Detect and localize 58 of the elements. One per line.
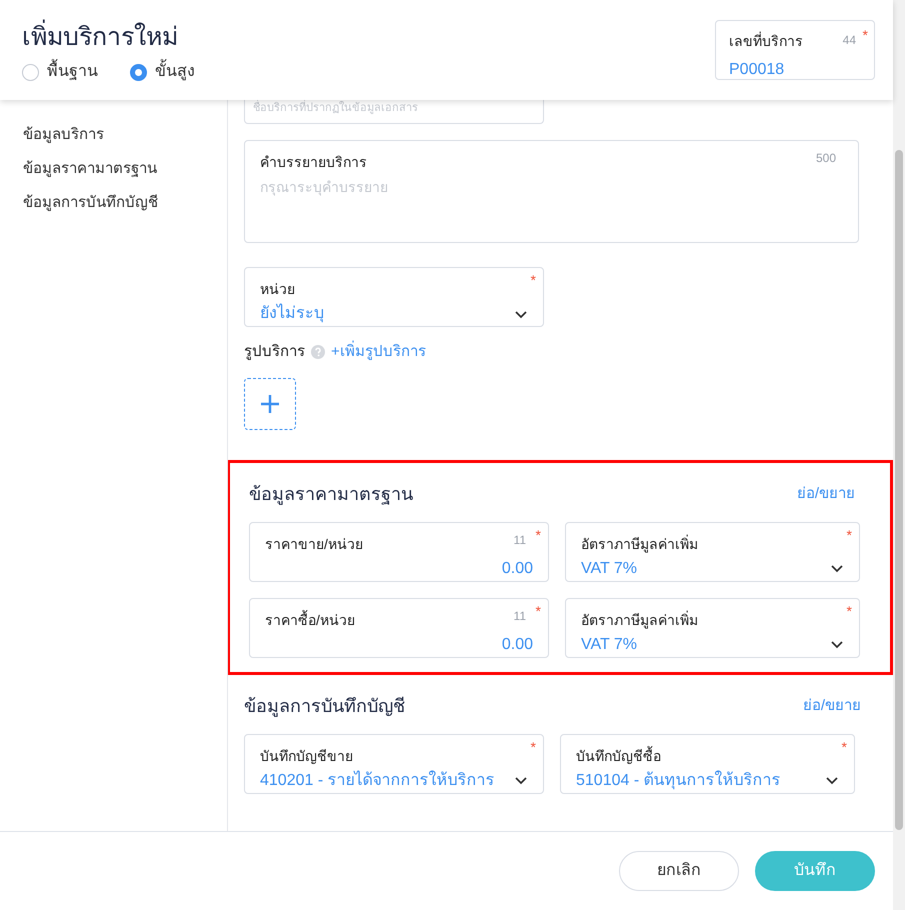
char-counter: 500 <box>816 150 836 167</box>
required-asterisk: * <box>846 602 852 620</box>
unit-select[interactable]: หน่วย * ยังไม่ระบุ <box>244 267 544 327</box>
field-label: อัตราภาษีมูลค่าเพิ่ม <box>581 536 698 552</box>
required-asterisk: * <box>862 26 868 45</box>
field-label: ราคาซื้อ/หน่วย <box>265 612 355 628</box>
mode-radio[interactable]: พื้นฐาน <box>22 60 98 84</box>
char-counter: 11 <box>514 608 526 624</box>
dropdown-select[interactable]: อัตราภาษีมูลค่าเพิ่ม * VAT 7% <box>565 598 860 658</box>
dropdown-select[interactable]: บันทึกบัญชีขาย * 410201 - รายได้จากการให้บริการ <box>244 734 544 794</box>
dropdown-select[interactable]: บันทึกบัญชีซื้อ * 510104 - ต้นทุนการให้บริการ <box>560 734 855 794</box>
select-value: 410201 - รายได้จากการให้บริการ <box>260 770 495 790</box>
field-label: หน่วย <box>260 281 295 297</box>
cancel-button[interactable]: ยกเลิก <box>619 851 739 891</box>
service-number-field[interactable]: เลขที่บริการ 44 * P00018 <box>715 20 875 80</box>
dialog-title: เพิ่มบริการใหม่ <box>22 20 195 54</box>
sidebar-item[interactable]: ข้อมูลราคามาตรฐาน <box>23 158 227 180</box>
sidebar-item[interactable]: ข้อมูลการบันทึกบัญชี <box>23 192 227 214</box>
description-textarea[interactable]: คำบรรยายบริการ 500 กรุณาระบุคำบรรยาย <box>244 140 859 243</box>
chevron-down-icon <box>825 776 839 785</box>
plus-icon <box>259 392 281 414</box>
placeholder-text: กรุณาระบุคำบรรยาย <box>260 178 389 198</box>
field-label: บันทึกบัญชีซื้อ <box>576 748 661 764</box>
select-value: 510104 - ต้นทุนการให้บริการ <box>576 770 781 792</box>
required-asterisk: * <box>536 526 541 544</box>
required-asterisk: * <box>842 738 847 756</box>
field-label: ราคาขาย/หน่วย <box>265 536 363 552</box>
field-label: เลขที่บริการ <box>729 32 803 50</box>
section-title: ข้อมูลราคามาตรฐาน <box>249 482 413 507</box>
chevron-down-icon <box>830 564 844 573</box>
required-asterisk: * <box>846 526 852 544</box>
add-image-button[interactable] <box>244 378 296 430</box>
field-value: 0.00 <box>500 634 533 654</box>
required-asterisk: * <box>536 602 541 620</box>
scrollbar[interactable] <box>893 0 905 910</box>
chevron-down-icon <box>514 776 528 785</box>
field-label: อัตราภาษีมูลค่าเพิ่ม <box>581 612 698 628</box>
dropdown-select[interactable]: อัตราภาษีมูลค่าเพิ่ม * VAT 7% <box>565 522 860 582</box>
price-input-field[interactable]: ราคาขาย/หน่วย 11 * 0.00 <box>249 522 549 582</box>
field-value: P00018 <box>729 60 786 80</box>
select-value: ยังไม่ระบุ <box>260 302 324 324</box>
char-counter: 11 <box>514 532 526 548</box>
sidebar-item[interactable]: ข้อมูลบริการ <box>23 124 227 146</box>
images-label: รูปบริการ <box>244 342 305 362</box>
select-value: VAT 7% <box>581 558 638 578</box>
required-asterisk: * <box>530 271 536 290</box>
char-counter: 44 <box>842 32 856 49</box>
required-asterisk: * <box>530 738 536 756</box>
field-value: 0.00 <box>500 558 533 578</box>
mode-radio[interactable]: ขั้นสูง <box>130 60 195 84</box>
field-label: คำบรรยายบริการ <box>260 154 367 170</box>
price-input-field[interactable]: ราคาซื้อ/หน่วย 11 * 0.00 <box>249 598 549 658</box>
select-value: VAT 7% <box>581 634 638 654</box>
field-label: บันทึกบัญชีขาย <box>260 748 353 764</box>
chevron-down-icon <box>830 640 844 649</box>
help-icon <box>311 345 325 360</box>
chevron-down-icon <box>514 310 528 318</box>
section-title: ข้อมูลการบันทึกบัญชี <box>244 694 405 719</box>
